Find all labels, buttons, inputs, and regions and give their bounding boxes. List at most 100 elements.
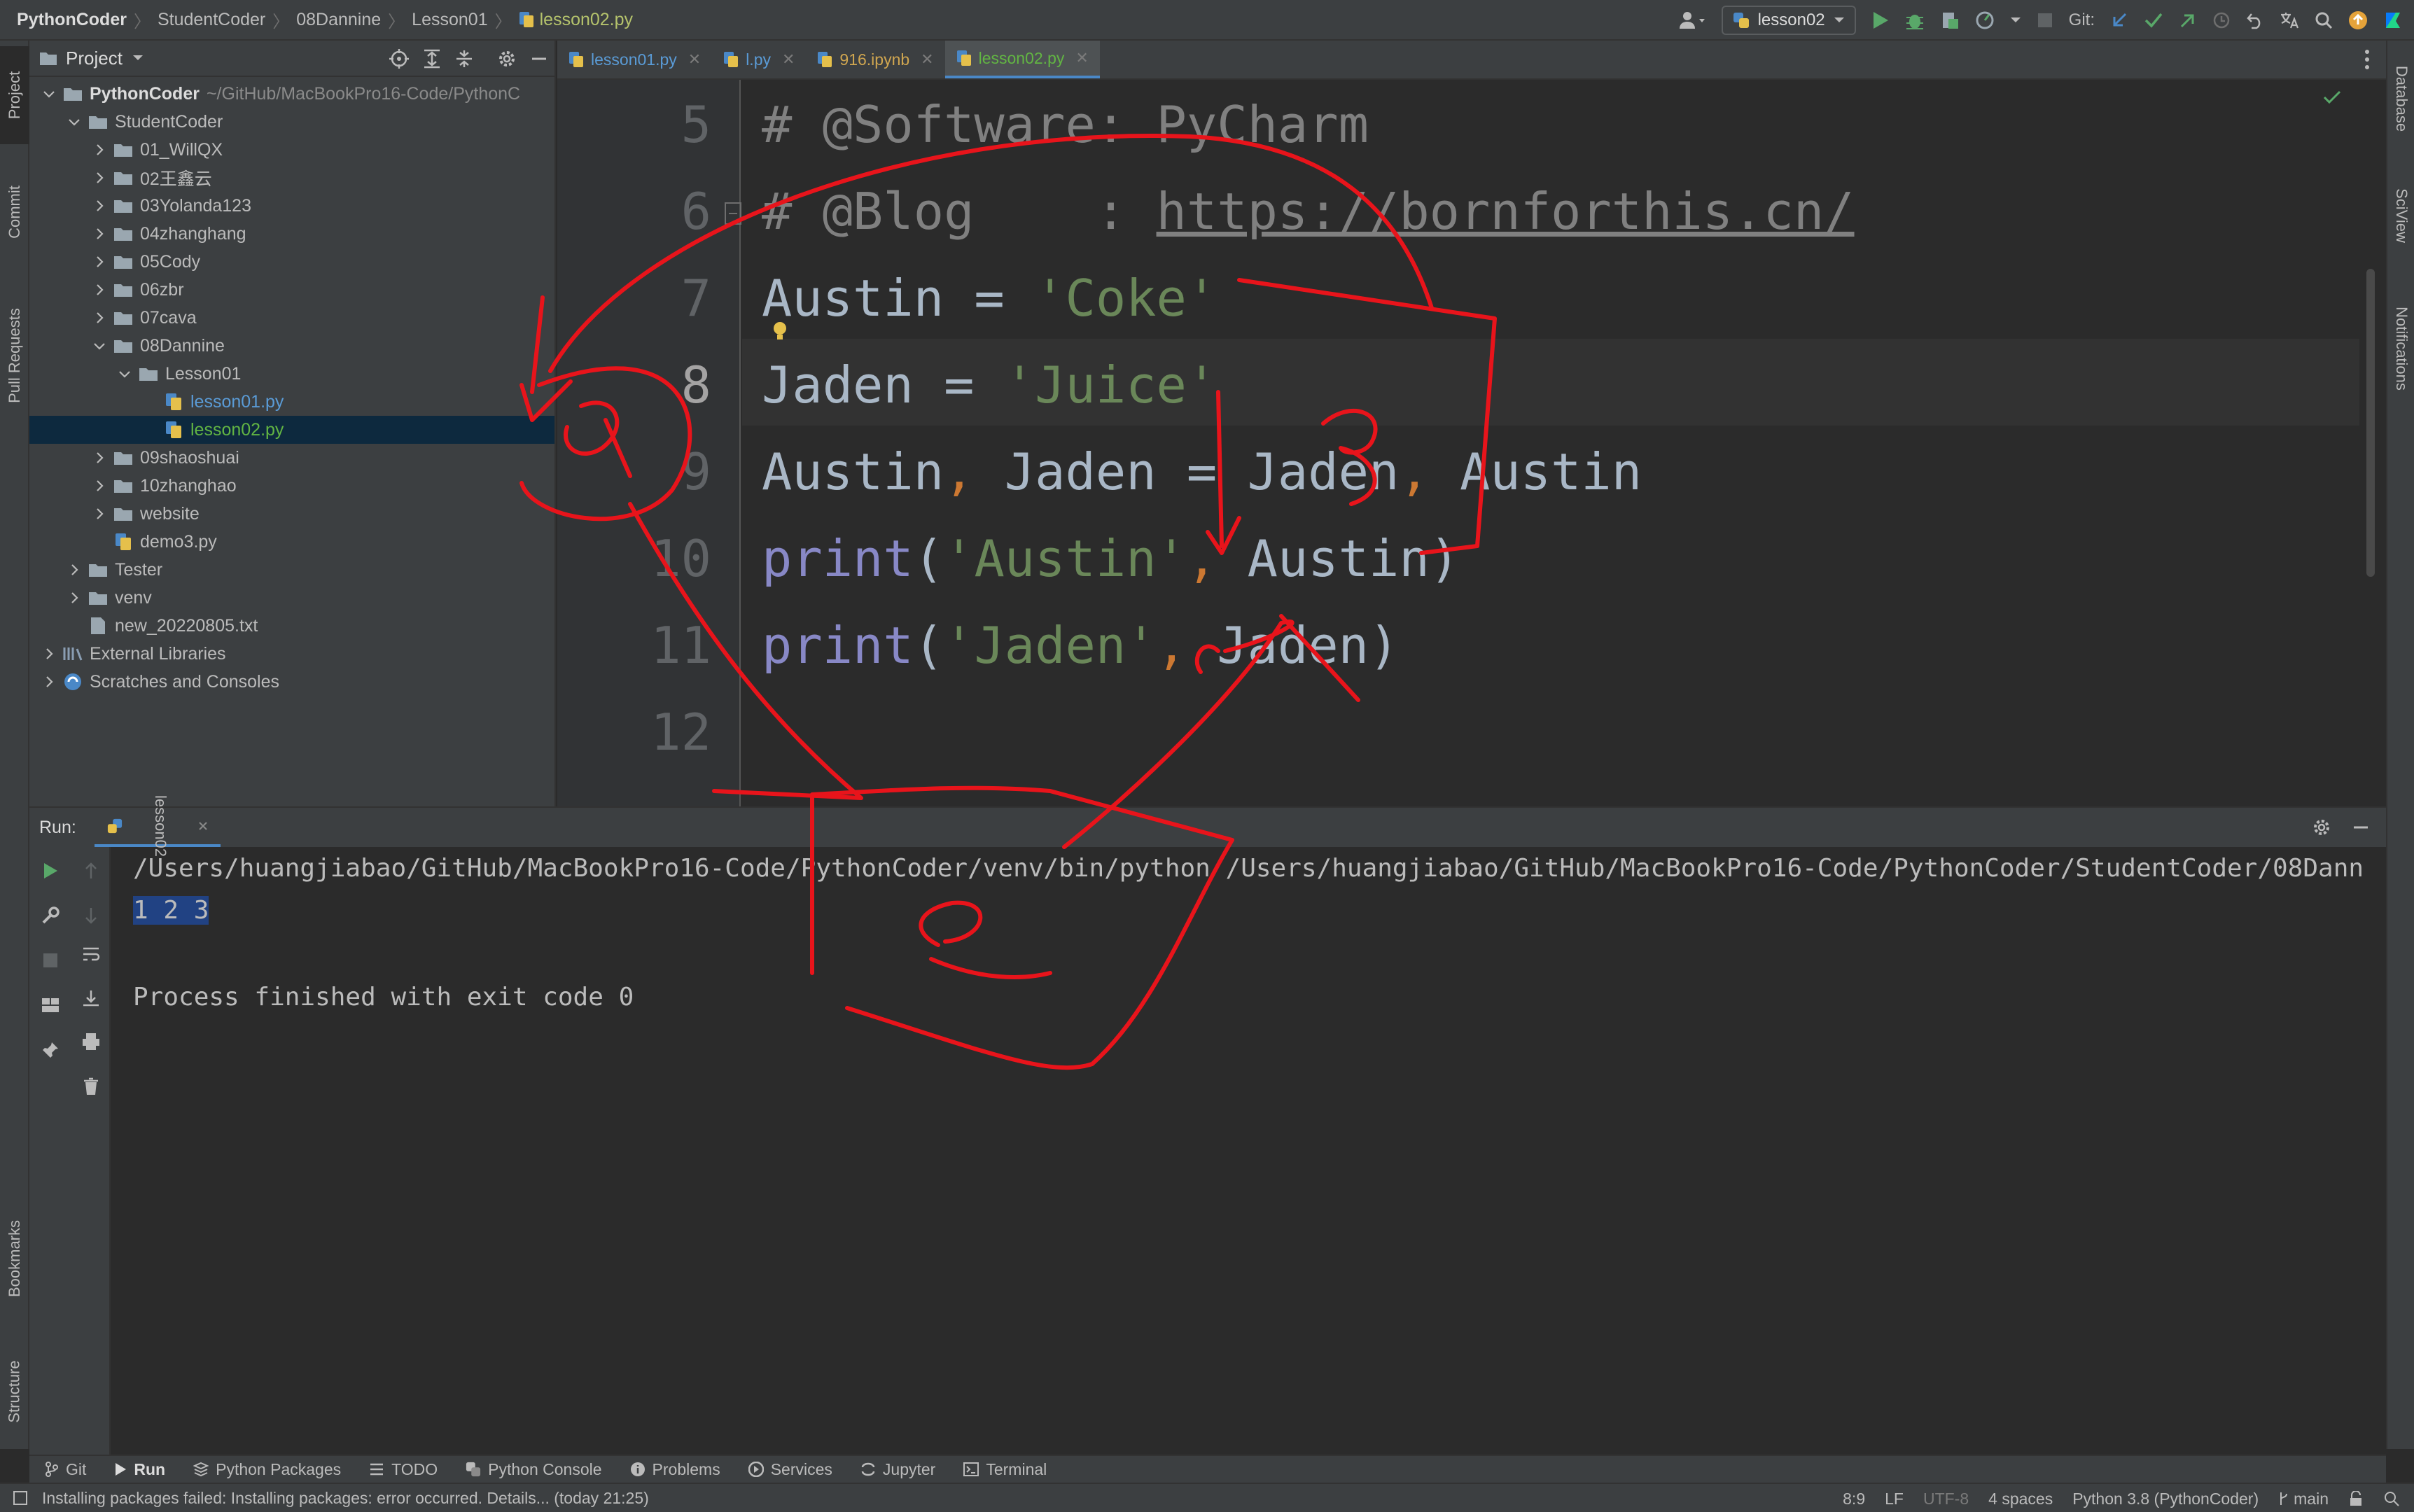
tool-tab-sciview[interactable]: SciView (2387, 167, 2414, 265)
chevron-right-icon[interactable] (92, 171, 106, 185)
breadcrumb-item[interactable]: StudentCoder (158, 10, 265, 30)
chevron-right-icon[interactable] (92, 283, 106, 297)
search-icon[interactable] (2315, 11, 2333, 29)
tree-item[interactable]: 01_WillQX (29, 136, 554, 164)
inspector-icon[interactable] (2383, 1490, 2400, 1507)
chevron-right-icon[interactable] (42, 647, 56, 661)
tree-item[interactable]: new_20220805.txt (29, 612, 554, 640)
coverage-icon[interactable] (1940, 10, 1960, 30)
arrow-up-icon[interactable] (77, 857, 105, 885)
profile-icon[interactable] (1975, 10, 1995, 30)
print-icon[interactable] (77, 1028, 105, 1056)
tree-item[interactable]: 05Cody (29, 248, 554, 276)
trash-icon[interactable] (77, 1072, 105, 1100)
tool-tab-project[interactable]: Project (0, 46, 29, 144)
chevron-right-icon[interactable] (42, 675, 56, 689)
gear-icon[interactable] (497, 49, 517, 69)
update-icon[interactable] (2348, 10, 2368, 30)
tool-tab-commit[interactable]: Commit (0, 160, 29, 265)
chevron-down-icon[interactable] (92, 339, 106, 353)
tool-python-packages[interactable]: Python Packages (193, 1460, 341, 1479)
chevron-right-icon[interactable] (92, 311, 106, 325)
close-icon[interactable]: ✕ (921, 50, 933, 69)
tree-item[interactable]: 08Dannine (29, 332, 554, 360)
pin-icon[interactable] (36, 1036, 64, 1064)
git-push-icon[interactable] (2179, 11, 2197, 29)
close-icon[interactable]: ✕ (688, 50, 701, 69)
tool-todo[interactable]: TODO (369, 1460, 438, 1479)
tool-tab-notifications[interactable]: Notifications (2387, 279, 2414, 419)
debug-icon[interactable] (1905, 10, 1925, 30)
soft-wrap-icon[interactable] (77, 941, 105, 969)
tool-problems[interactable]: Problems (630, 1460, 720, 1479)
user-icon[interactable] (1678, 10, 1706, 30)
tree-item[interactable]: StudentCoder (29, 108, 554, 136)
editor-tab[interactable]: l.py ✕ (712, 41, 806, 78)
tree-item[interactable]: External Libraries (29, 640, 554, 668)
tree-item[interactable]: demo3.py (29, 528, 554, 556)
tool-tab-database[interactable]: Database (2387, 46, 2414, 151)
close-icon[interactable] (198, 821, 208, 831)
editor-tab[interactable]: lesson01.py ✕ (557, 41, 712, 78)
tool-python-console[interactable]: Python Console (466, 1460, 602, 1479)
chevron-right-icon[interactable] (92, 451, 106, 465)
no-problems-check-icon[interactable] (2323, 90, 2341, 105)
tool-git[interactable]: Git (45, 1460, 86, 1479)
file-encoding[interactable]: UTF-8 (1923, 1490, 1969, 1508)
lightbulb-icon[interactable] (772, 321, 788, 342)
chevron-right-icon[interactable] (92, 255, 106, 269)
git-rollback-icon[interactable] (2246, 11, 2264, 29)
chevron-down-icon[interactable] (2010, 17, 2021, 24)
breadcrumb-item[interactable]: 08Dannine (296, 10, 381, 30)
gear-icon[interactable] (2312, 818, 2331, 837)
tree-item[interactable]: 02王鑫云 (29, 164, 554, 192)
more-options-icon[interactable] (2364, 49, 2371, 70)
translate-icon[interactable] (2280, 11, 2299, 29)
locate-icon[interactable] (389, 49, 409, 69)
line-separator[interactable]: LF (1885, 1490, 1904, 1508)
collapse-all-icon[interactable] (455, 49, 473, 69)
python-interpreter[interactable]: Python 3.8 (PythonCoder) (2072, 1490, 2259, 1508)
window-icon[interactable] (13, 1490, 28, 1506)
project-panel-title[interactable]: Project (66, 48, 123, 69)
chevron-right-icon[interactable] (92, 507, 106, 521)
git-branch-widget[interactable]: main (2278, 1490, 2329, 1508)
chevron-down-icon[interactable] (118, 367, 132, 381)
tool-terminal[interactable]: Terminal (963, 1460, 1047, 1479)
tree-item[interactable]: PythonCoder ~/GitHub/MacBookPro16-Code/Py… (29, 80, 554, 108)
close-icon[interactable]: ✕ (1075, 49, 1088, 67)
jetbrains-logo-icon[interactable] (2383, 10, 2403, 30)
scroll-to-end-icon[interactable] (77, 984, 105, 1012)
expand-all-icon[interactable] (423, 49, 441, 69)
tool-services[interactable]: Services (748, 1460, 832, 1479)
close-icon[interactable]: ✕ (782, 50, 795, 69)
tree-item[interactable]: 09shaoshuai (29, 444, 554, 472)
caret-position[interactable]: 8:9 (1843, 1490, 1865, 1508)
tree-item[interactable]: 07cava (29, 304, 554, 332)
blog-link[interactable]: https://bornforthis.cn/ (1157, 182, 1855, 241)
editor-tab[interactable]: 916.ipynb ✕ (806, 41, 944, 78)
tree-item[interactable]: 10zhanghao (29, 472, 554, 500)
status-message[interactable]: Installing packages failed: Installing p… (42, 1489, 649, 1508)
chevron-down-icon[interactable] (67, 115, 81, 129)
run-icon[interactable] (1871, 10, 1890, 30)
tree-item[interactable]: lesson01.py (29, 388, 554, 416)
fold-marker-icon[interactable] (724, 202, 742, 225)
layout-icon[interactable] (36, 991, 64, 1019)
tool-tab-pull-requests[interactable]: Pull Requests (0, 272, 29, 440)
tool-tab-bookmarks[interactable]: Bookmarks (0, 1189, 29, 1329)
tree-item[interactable]: venv (29, 584, 554, 612)
tool-run[interactable]: Run (114, 1460, 165, 1479)
minimize-icon[interactable] (2352, 819, 2369, 836)
stop-icon[interactable] (2037, 12, 2053, 29)
run-tab[interactable]: lesson02 (94, 795, 221, 857)
editor-scrollbar[interactable] (2366, 269, 2375, 577)
chevron-down-icon[interactable] (42, 87, 56, 101)
chevron-right-icon[interactable] (92, 199, 106, 213)
tree-item[interactable]: 03Yolanda123 (29, 192, 554, 220)
editor-tab[interactable]: lesson02.py ✕ (944, 41, 1100, 78)
lock-icon[interactable] (2348, 1491, 2364, 1506)
tree-item[interactable]: Tester (29, 556, 554, 584)
tree-item[interactable]: 04zhanghang (29, 220, 554, 248)
stop-icon[interactable] (36, 946, 64, 974)
